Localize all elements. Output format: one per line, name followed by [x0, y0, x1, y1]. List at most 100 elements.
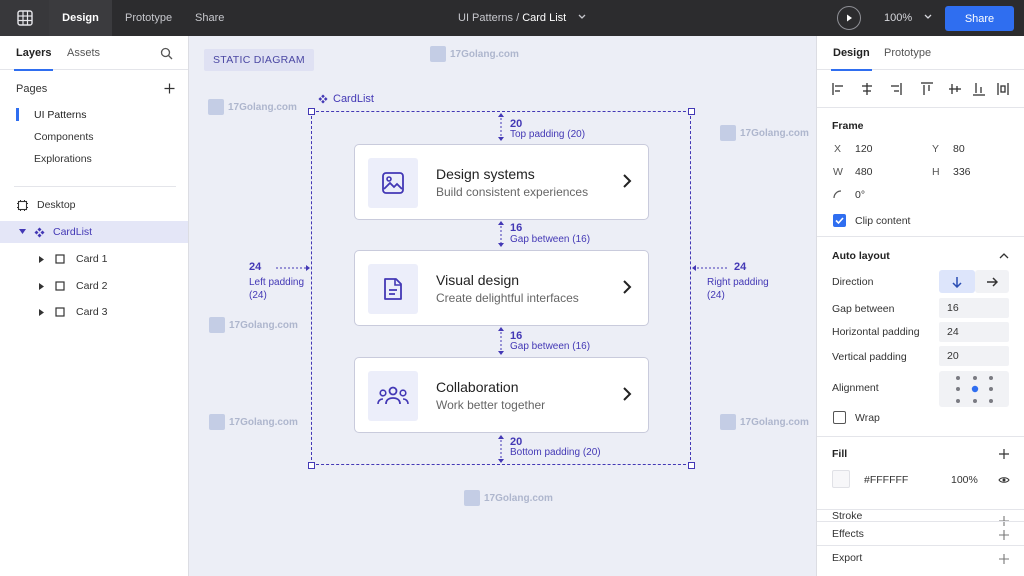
fill-swatch[interactable]	[832, 470, 850, 488]
page-components[interactable]: Components	[34, 131, 94, 143]
add-export-icon[interactable]	[999, 554, 1009, 564]
component-icon	[34, 227, 45, 237]
card-design-systems[interactable]: Design systems Build consistent experien…	[354, 144, 649, 220]
h-field[interactable]: 336	[953, 166, 971, 178]
chevron-up-icon[interactable]	[999, 252, 1009, 259]
caret-right-icon[interactable]	[39, 255, 44, 263]
alignment-grid[interactable]	[939, 371, 1009, 407]
fill-opacity-value[interactable]: 100%	[951, 474, 978, 486]
frame-section: Frame X 120 Y 80 W 480 H 336 0° Clip con…	[817, 107, 1024, 236]
distribute-icon[interactable]	[997, 83, 1009, 95]
layer-label: Card 1	[76, 253, 108, 265]
caret-right-icon[interactable]	[39, 282, 44, 290]
tab-prototype-properties[interactable]: Prototype	[884, 47, 931, 59]
export-section[interactable]: Export	[817, 545, 1024, 576]
rotation-field[interactable]: 0°	[855, 189, 865, 201]
square-icon	[55, 254, 65, 264]
file-title[interactable]: UI Patterns / Card List	[458, 12, 587, 24]
align-left-icon[interactable]	[832, 83, 843, 95]
layer-label: CardList	[53, 226, 93, 238]
bottom-padding-label: Bottom padding (20)	[510, 447, 601, 458]
gap-between-input[interactable]: 16	[939, 298, 1009, 318]
auto-layout-heading: Auto layout	[832, 250, 890, 262]
chevron-down-icon	[924, 14, 932, 19]
card-title: Design systems	[436, 166, 535, 182]
tab-layers[interactable]: Layers	[13, 47, 55, 71]
auto-layout-section: Auto layout Direction Gap between 16 Hor…	[817, 236, 1024, 436]
play-button[interactable]	[837, 6, 861, 30]
wrap-checkbox[interactable]	[833, 411, 846, 424]
card-title: Collaboration	[436, 379, 519, 395]
clip-content-checkbox[interactable]	[833, 214, 846, 227]
tab-design-properties[interactable]: Design	[831, 47, 872, 71]
tab-prototype[interactable]: Prototype	[125, 0, 172, 36]
layer-card-2[interactable]: Card 2	[0, 275, 188, 297]
add-fill-icon[interactable]	[999, 449, 1009, 459]
page-name: Card List	[522, 12, 567, 24]
direction-horizontal-button[interactable]	[975, 270, 1009, 293]
right-tabs: Design Prototype	[817, 36, 1024, 71]
right-padding-label: (24)	[707, 290, 725, 301]
tab-assets[interactable]: Assets	[67, 47, 100, 59]
properties-panel: Design Prototype Frame X 120 Y 80 W 480 …	[816, 36, 1024, 576]
divider	[14, 186, 176, 187]
align-right-icon[interactable]	[891, 83, 902, 95]
horizontal-padding-label: Horizontal padding	[832, 326, 920, 338]
horizontal-padding-input[interactable]: 24	[939, 322, 1009, 342]
fill-section: Fill #FFFFFF 100%	[817, 436, 1024, 509]
left-padding-value: 24	[249, 261, 262, 273]
left-padding-label: (24)	[249, 290, 267, 301]
align-center-h-icon[interactable]	[862, 83, 872, 95]
tab-design[interactable]: Design	[49, 0, 112, 36]
fill-color-value[interactable]: #FFFFFF	[864, 474, 908, 486]
left-tabs: Layers Assets	[0, 36, 188, 71]
wrap-label: Wrap	[855, 412, 880, 424]
grid-menu-icon[interactable]	[0, 0, 49, 36]
frame-icon	[17, 199, 28, 211]
vertical-padding-input[interactable]: 20	[939, 346, 1009, 366]
frame-heading: Frame	[832, 120, 864, 132]
add-effect-icon[interactable]	[999, 530, 1009, 540]
right-padding-label: Right padding	[707, 277, 769, 288]
clip-content-label: Clip content	[855, 215, 911, 227]
arrow-right-icon	[987, 276, 998, 287]
chevron-right-icon	[623, 387, 632, 401]
export-heading: Export	[832, 552, 863, 564]
gap-value: 16	[510, 222, 523, 234]
direction-vertical-button[interactable]	[939, 270, 975, 293]
chevron-right-icon	[623, 280, 632, 294]
align-center-v-icon[interactable]	[949, 84, 961, 94]
w-field[interactable]: 480	[855, 166, 873, 178]
card-collaboration[interactable]: Collaboration Work better together	[354, 357, 649, 433]
people-icon	[368, 371, 418, 421]
caret-down-icon[interactable]	[19, 229, 26, 235]
card-subtitle: Work better together	[436, 398, 546, 412]
zoom-dropdown[interactable]: 100%	[884, 12, 933, 24]
card-visual-design[interactable]: Visual design Create delightful interfac…	[354, 250, 649, 326]
card-title: Visual design	[436, 272, 520, 288]
canvas[interactable]: STATIC DIAGRAM 17Golang.com 17Golang.com…	[189, 36, 816, 576]
align-top-icon[interactable]	[921, 82, 933, 95]
layer-cardlist[interactable]: CardList	[0, 221, 188, 243]
add-page-icon[interactable]	[164, 83, 175, 94]
align-bottom-icon[interactable]	[973, 83, 985, 96]
effects-section[interactable]: Effects	[817, 521, 1024, 545]
page-explorations[interactable]: Explorations	[34, 153, 92, 165]
layer-card-1[interactable]: Card 1	[0, 248, 188, 270]
layer-desktop[interactable]: Desktop	[0, 194, 188, 216]
gap-label: Gap between (16)	[510, 234, 591, 245]
caret-right-icon[interactable]	[39, 308, 44, 316]
chevron-right-icon	[623, 174, 632, 188]
alignment-label: Alignment	[832, 382, 879, 394]
x-label: X	[834, 143, 842, 155]
y-field[interactable]: 80	[953, 143, 965, 155]
tab-share[interactable]: Share	[195, 0, 224, 36]
layer-card-3[interactable]: Card 3	[0, 301, 188, 323]
pages-heading: Pages	[16, 83, 48, 95]
x-field[interactable]: 120	[855, 143, 873, 155]
share-button[interactable]: Share	[945, 6, 1014, 31]
eye-icon[interactable]	[998, 476, 1010, 484]
page-ui-patterns[interactable]: UI Patterns	[34, 109, 87, 121]
chevron-down-icon	[578, 14, 586, 19]
search-icon[interactable]	[160, 47, 173, 60]
